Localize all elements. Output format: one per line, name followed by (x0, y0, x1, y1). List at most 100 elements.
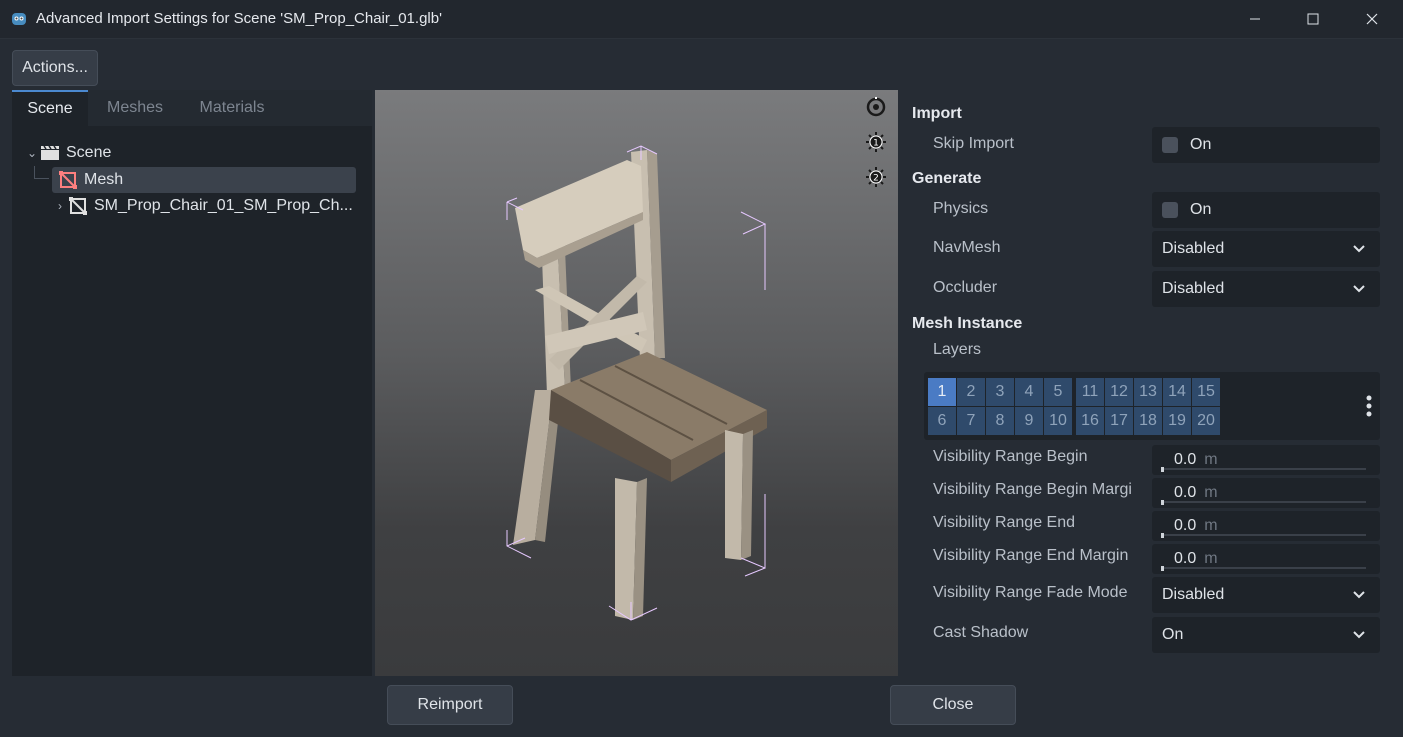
layer-toggle[interactable]: 18 (1134, 407, 1162, 435)
light-1-icon[interactable]: 1 (865, 131, 887, 153)
section-generate-header: Generate (912, 170, 982, 187)
tree-item-label: Scene (66, 144, 112, 161)
slider-grabber[interactable] (1161, 467, 1164, 472)
layer-toggle[interactable]: 15 (1192, 378, 1220, 406)
tree-item-scene[interactable]: ⌄ Scene (24, 140, 111, 166)
cast-shadow-label: Cast Shadow (933, 624, 1029, 641)
skip-import-checkbox[interactable]: On (1152, 127, 1380, 163)
layer-toggle[interactable]: 7 (957, 407, 985, 435)
layer-toggle[interactable]: 4 (1015, 378, 1043, 406)
dialog-body: Actions... Scene Meshes Materials ⌄ Scen… (0, 39, 1403, 737)
vis-range-end-margin-value: 0.0 (1174, 550, 1197, 567)
cast-shadow-dropdown[interactable]: On (1152, 617, 1380, 653)
close-icon (1366, 13, 1378, 25)
close-window-button[interactable] (1344, 0, 1400, 38)
vis-range-begin-label: Visibility Range Begin (933, 448, 1088, 465)
rotate-view-icon[interactable] (865, 96, 887, 118)
vis-range-begin-margin-input[interactable]: 0.0 m (1152, 478, 1380, 508)
skip-import-value: On (1190, 136, 1212, 153)
layer-toggle[interactable]: 11 (1076, 378, 1104, 406)
title-bar: Advanced Import Settings for Scene 'SM_P… (0, 0, 1403, 39)
section-mesh-instance-header: Mesh Instance (912, 315, 1023, 332)
slider-grabber[interactable] (1161, 500, 1164, 505)
fade-mode-dropdown[interactable]: Disabled (1152, 577, 1380, 613)
layer-toggle[interactable]: 6 (928, 407, 956, 435)
occluder-value: Disabled (1162, 280, 1225, 297)
layers-label: Layers (933, 341, 982, 358)
layer-toggle[interactable]: 20 (1192, 407, 1220, 435)
maximize-button[interactable] (1285, 0, 1341, 38)
reimport-button[interactable]: Reimport (387, 685, 513, 725)
occluder-label: Occluder (933, 279, 998, 296)
layer-toggle[interactable]: 1 (928, 378, 956, 406)
tree-item-label: SM_Prop_Chair_01_SM_Prop_Ch... (94, 197, 353, 214)
layer-toggle[interactable]: 5 (1044, 378, 1072, 406)
chevron-down-icon (1353, 631, 1365, 639)
checkbox-icon (1162, 202, 1178, 218)
layer-toggle[interactable]: 8 (986, 407, 1014, 435)
layer-toggle[interactable]: 19 (1163, 407, 1191, 435)
clapperboard-icon (40, 144, 60, 162)
tab-meshes[interactable]: Meshes (92, 90, 178, 126)
tree-item-label: Mesh (84, 171, 124, 188)
import-inspector: Import Skip Import On Generate Physics O… (902, 90, 1392, 676)
vis-range-begin-margin-value: 0.0 (1174, 484, 1197, 501)
slider-grabber[interactable] (1161, 566, 1164, 571)
unit-label: m (1204, 550, 1218, 567)
slider-grabber[interactable] (1161, 533, 1164, 538)
svg-text:1: 1 (873, 139, 879, 149)
minimize-button[interactable] (1227, 0, 1283, 38)
chevron-down-icon (1353, 591, 1365, 599)
layer-toggle[interactable]: 12 (1105, 378, 1133, 406)
vis-range-end-margin-input[interactable]: 0.0 m (1152, 544, 1380, 574)
vis-range-begin-value: 0.0 (1174, 451, 1197, 468)
physics-checkbox[interactable]: On (1152, 192, 1380, 228)
unit-label: m (1204, 451, 1218, 468)
minimize-icon (1250, 18, 1260, 20)
checkbox-icon (1162, 137, 1178, 153)
tab-scene[interactable]: Scene (12, 90, 88, 126)
mesh-icon (58, 171, 78, 189)
fade-mode-label: Visibility Range Fade Mode (933, 584, 1128, 601)
close-button[interactable]: Close (890, 685, 1016, 725)
light-2-icon[interactable]: 2 (865, 166, 887, 188)
3d-preview-viewport[interactable]: 1 2 (375, 90, 898, 676)
tab-materials[interactable]: Materials (182, 90, 282, 126)
occluder-dropdown[interactable]: Disabled (1152, 271, 1380, 307)
tree-item-chair-mesh[interactable]: › SM_Prop_Chair_01_SM_Prop_Ch... (52, 193, 353, 219)
skip-import-label: Skip Import (933, 135, 1014, 152)
layer-toggle[interactable]: 14 (1163, 378, 1191, 406)
more-options-icon[interactable] (1366, 394, 1372, 418)
chevron-down-icon (1353, 285, 1365, 293)
fade-mode-value: Disabled (1162, 586, 1225, 603)
unit-label: m (1204, 517, 1218, 534)
maximize-icon (1307, 13, 1319, 25)
chevron-right-icon[interactable]: › (52, 199, 68, 213)
slider-track (1162, 468, 1366, 470)
layer-toggle[interactable]: 10 (1044, 407, 1072, 435)
cast-shadow-value: On (1162, 626, 1184, 643)
layer-toggle[interactable]: 13 (1134, 378, 1162, 406)
vis-range-end-margin-label: Visibility Range End Margin (933, 547, 1129, 564)
tree-item-mesh[interactable]: Mesh (52, 167, 356, 193)
layer-toggle[interactable]: 3 (986, 378, 1014, 406)
godot-logo-icon (12, 13, 26, 25)
layer-toggle[interactable]: 16 (1076, 407, 1104, 435)
layer-toggle[interactable]: 9 (1015, 407, 1043, 435)
svg-text:2: 2 (873, 174, 879, 184)
navmesh-dropdown[interactable]: Disabled (1152, 231, 1380, 267)
vis-range-end-label: Visibility Range End (933, 514, 1076, 531)
slider-track (1162, 567, 1366, 569)
layers-grid: 1 2 3 4 5 11 12 13 14 15 6 7 8 9 10 16 1… (924, 372, 1380, 440)
vis-range-begin-input[interactable]: 0.0 m (1152, 445, 1380, 475)
layer-toggle[interactable]: 2 (957, 378, 985, 406)
layer-toggle[interactable]: 17 (1105, 407, 1133, 435)
chevron-down-icon (1353, 245, 1365, 253)
chair-model-preview (506, 145, 767, 621)
vis-range-end-value: 0.0 (1174, 517, 1197, 534)
physics-value: On (1190, 201, 1212, 218)
vis-range-end-input[interactable]: 0.0 m (1152, 511, 1380, 541)
chevron-down-icon[interactable]: ⌄ (24, 146, 40, 160)
window-title: Advanced Import Settings for Scene 'SM_P… (36, 10, 442, 27)
actions-menu-button[interactable]: Actions... (12, 50, 98, 86)
